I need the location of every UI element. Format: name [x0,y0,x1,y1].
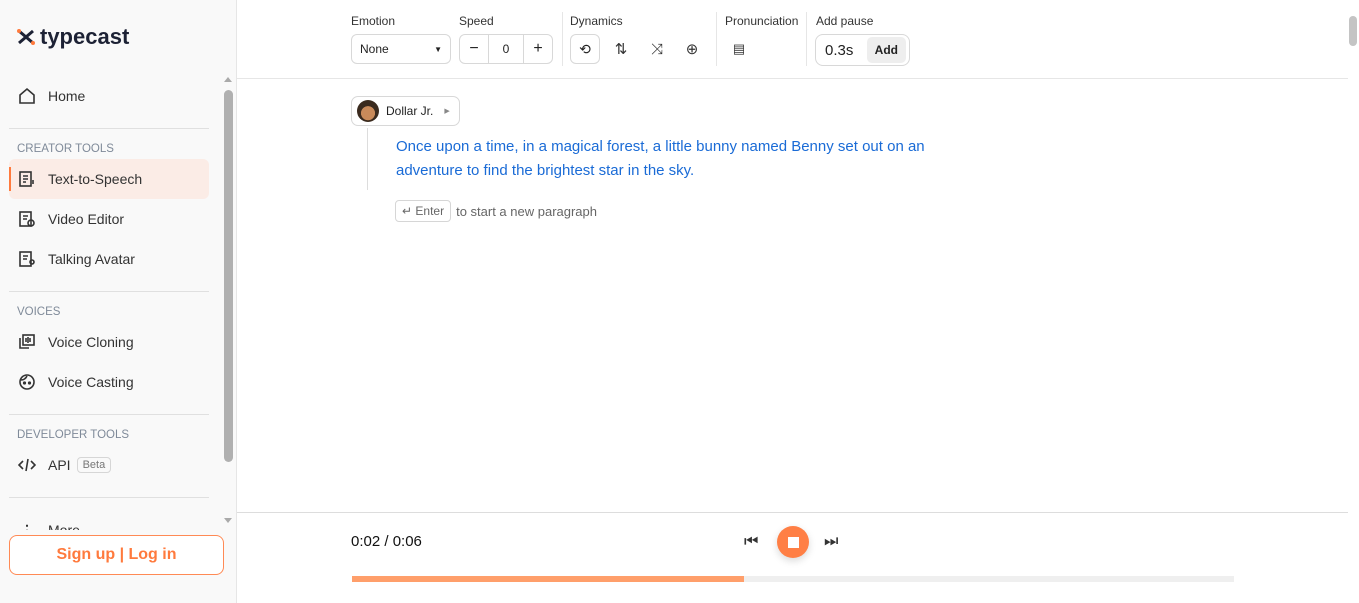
emotion-select[interactable]: None ▼ [351,34,451,64]
sidebar-item-text-to-speech[interactable]: Text-to-Speech [9,159,209,199]
caret-down-icon: ▼ [434,44,442,54]
label: Voice Casting [48,374,134,390]
label: Talking Avatar [48,251,135,267]
sidebar-item-video-editor[interactable]: Video Editor [9,199,209,239]
enter-hint: ↵ Enter to start a new paragraph [395,200,597,222]
skip-back-button[interactable]: ⏮ [744,533,758,551]
label: Text-to-Speech [48,171,143,187]
label: API [48,457,71,473]
divider [9,497,209,498]
speed-label: Speed [459,14,494,28]
voice-selector[interactable]: Dollar Jr. ▶ [351,96,460,126]
sidebar-item-api[interactable]: API Beta [9,445,209,485]
enter-key: ↵ Enter [395,200,452,222]
dynamics-reset-button[interactable]: ⟲ [570,34,600,64]
transition-button[interactable]: ⤨ [646,38,668,60]
pronunciation-label: Pronunciation [725,14,799,28]
add-dynamics-button[interactable]: ⊕ [681,38,703,60]
pause-value[interactable]: 0.3s [825,42,853,59]
plus-circle-icon: ⊕ [685,41,699,58]
voice-avatar [357,100,379,122]
home-icon [19,87,35,104]
logo-icon [17,29,35,45]
pitch-button[interactable]: ⇅ [610,38,632,60]
up-down-arrows-icon: ⇅ [614,41,628,58]
paragraph-line [367,128,368,190]
pause-label: Add pause [816,14,874,28]
sidebar: typecast Home CREATOR TOOLS Text-to-Spee… [0,0,237,603]
section-title: VOICES [17,306,61,318]
script-text[interactable]: Once upon a time, in a magical forest, a… [396,135,976,183]
main-scrollbar[interactable] [1349,16,1357,46]
separator [716,12,717,66]
plus-button[interactable]: + [523,35,552,63]
skip-forward-button[interactable]: ⏭ [824,533,838,551]
caret-right-icon: ▶ [444,108,450,115]
stop-button[interactable] [777,526,809,558]
dynamics-icon: ⟲ [579,40,591,57]
logo-text: typecast [40,24,130,49]
video-editor-icon [19,211,35,227]
toolbar: Emotion None ▼ Speed − 0 + Dynamics ⟲ ⇅ … [237,0,1348,79]
speed-value[interactable]: 0 [489,42,523,56]
label: Video Editor [48,211,125,227]
pronunciation-button[interactable]: ▤ [728,38,750,60]
enter-hint-text: to start a new paragraph [456,203,597,219]
voice-name: Dollar Jr. [386,104,434,118]
emotion-value: None [360,42,389,56]
divider [9,414,209,415]
typecast-logo[interactable]: typecast [16,24,129,50]
label: Home [48,88,86,104]
code-icon [18,458,36,472]
voice-cloning-icon [19,334,35,349]
section-title: DEVELOPER TOOLS [17,429,130,441]
emotion-label: Emotion [351,14,396,28]
separator [562,12,563,66]
book-icon: ▤ [732,41,746,56]
beta-badge: Beta [76,457,112,473]
progress-bar[interactable] [352,576,1234,582]
face-icon [19,374,35,390]
sidebar-item-talking-avatar[interactable]: Talking Avatar [9,239,209,279]
stop-icon [787,536,799,548]
skip-next-icon: ⏭ [824,533,839,550]
dynamics-label: Dynamics [570,14,623,28]
playback-time: 0:02 / 0:06 [351,533,422,550]
speed-stepper: − 0 + [459,34,553,64]
sidebar-item-voice-cloning[interactable]: Voice Cloning [9,322,209,362]
scroll-up-arrow[interactable] [224,77,232,82]
add-pause-button[interactable]: Add [866,37,906,63]
audio-player: 0:02 / 0:06 ⏮ ⏭ [237,512,1348,603]
minus-button[interactable]: − [460,35,489,63]
separator [806,12,807,66]
divider [9,291,209,292]
talking-avatar-icon [19,251,35,267]
pause-control: 0.3s Add [815,34,910,66]
sidebar-item-voice-casting[interactable]: Voice Casting [9,362,209,402]
skip-previous-icon: ⏮ [744,533,759,550]
scroll-down-arrow[interactable] [224,518,232,523]
branch-arrow-icon: ⤨ [650,40,663,58]
sidebar-item-home[interactable]: Home [9,76,209,116]
section-title: CREATOR TOOLS [17,143,114,155]
signup-login-button[interactable]: Sign up | Log in [9,535,224,575]
tts-icon [19,171,34,187]
progress-fill [352,576,744,582]
label: Voice Cloning [48,334,134,350]
divider [9,128,209,129]
sidebar-scrollbar[interactable] [224,90,233,462]
